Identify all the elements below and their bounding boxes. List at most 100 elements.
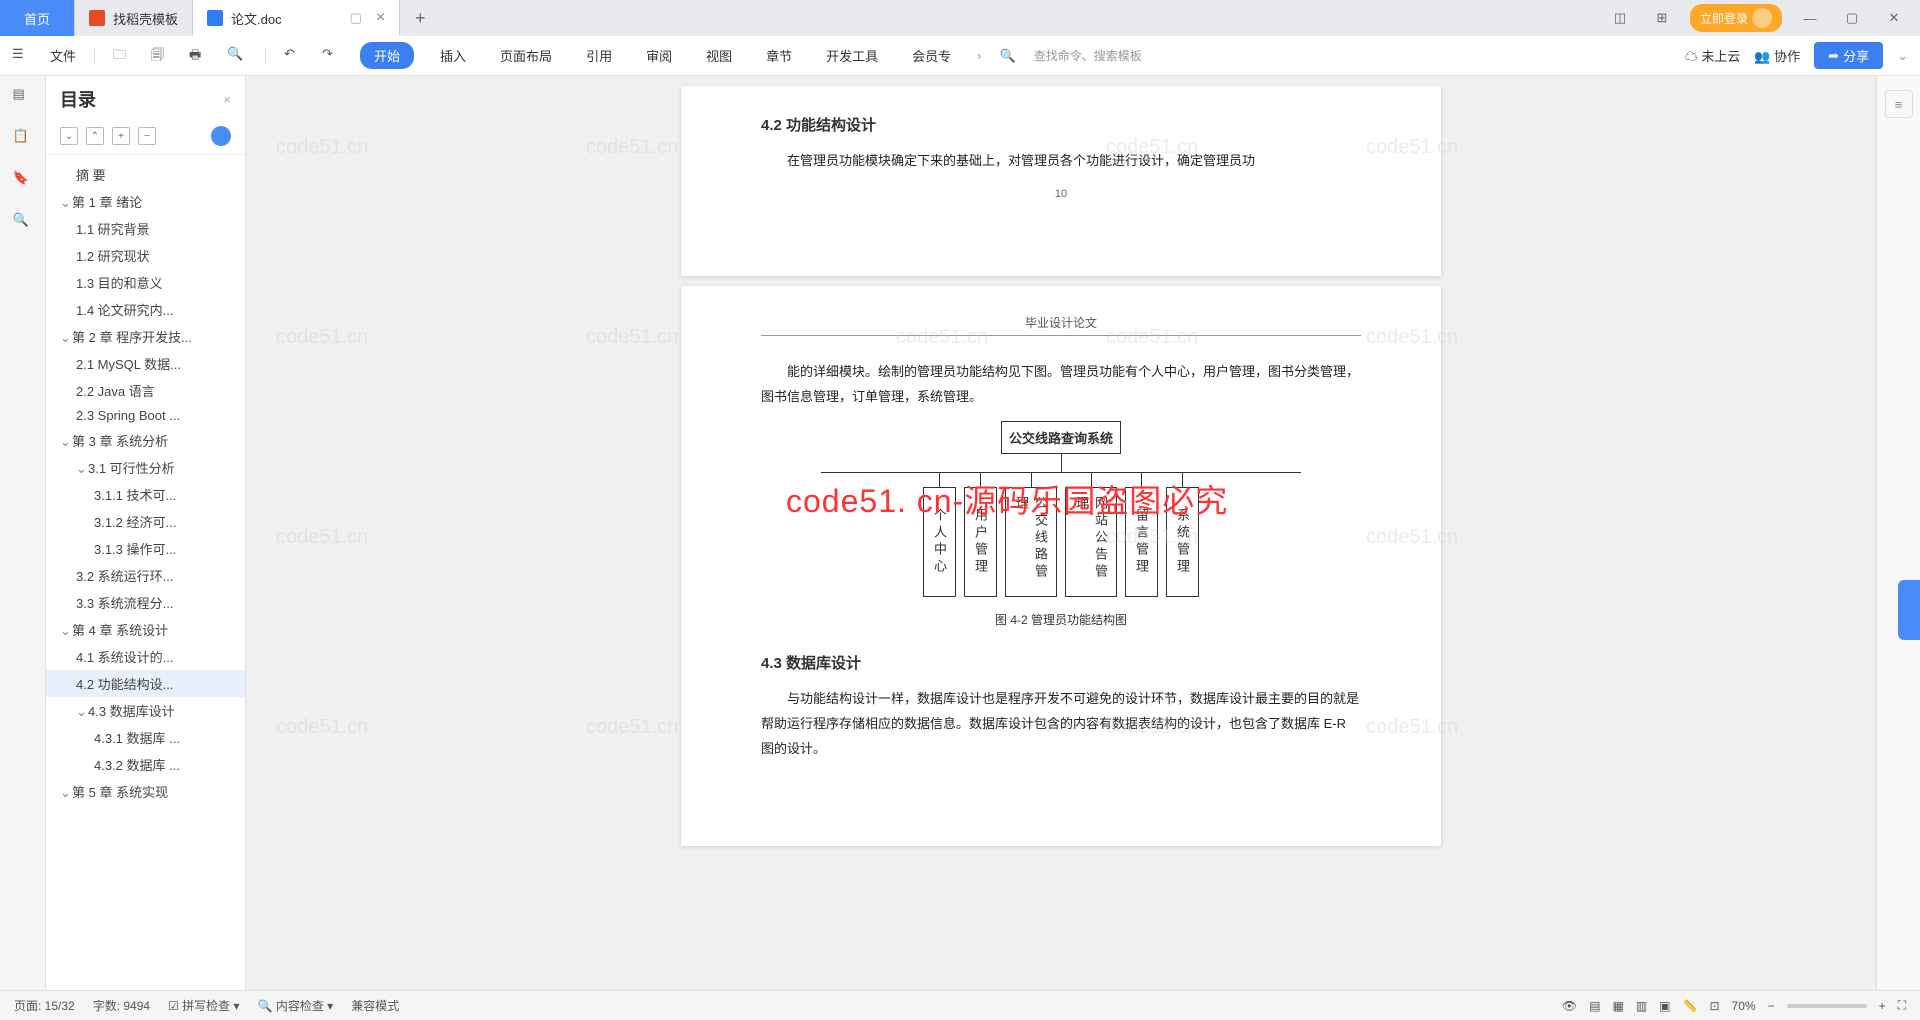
search-icon[interactable]: 🔍: [1000, 48, 1016, 64]
preview-icon[interactable]: 🔍: [227, 46, 247, 66]
status-spellcheck[interactable]: ☑ 拼写检查 ▾: [168, 997, 239, 1014]
bookmark-rail-icon[interactable]: 🔖: [13, 170, 33, 190]
menu-layout[interactable]: 页面布局: [492, 42, 560, 69]
toc-item[interactable]: ⌄第 5 章 系统实现: [46, 778, 245, 805]
fullscreen-icon[interactable]: ⛶: [1898, 998, 1906, 1013]
saveas-icon[interactable]: 🗐: [151, 46, 171, 66]
status-contentcheck[interactable]: 🔍 内容检查 ▾: [258, 997, 334, 1014]
toc-item[interactable]: 4.2 功能结构设...: [46, 670, 245, 697]
toc-item[interactable]: 4.1 系统设计的...: [46, 643, 245, 670]
outline-header: 目录 ×: [46, 76, 245, 122]
expand-all-icon[interactable]: ⌃: [86, 127, 104, 145]
remove-level-icon[interactable]: −: [138, 127, 156, 145]
more-icon[interactable]: ⌄: [1897, 48, 1908, 64]
save-icon[interactable]: 🗀: [113, 46, 133, 66]
undo-icon[interactable]: ↶: [284, 46, 304, 66]
zoom-fit-icon[interactable]: ⊡: [1709, 999, 1719, 1013]
menu-start[interactable]: 开始: [360, 42, 414, 69]
menu-reference[interactable]: 引用: [578, 42, 620, 69]
toc-item[interactable]: 2.1 MySQL 数据...: [46, 350, 245, 377]
add-level-icon[interactable]: +: [112, 127, 130, 145]
menu-view[interactable]: 视图: [698, 42, 740, 69]
toc-item[interactable]: 2.3 Spring Boot ...: [46, 404, 245, 427]
cloud-status[interactable]: ☁ 未上云: [1685, 46, 1741, 65]
zoom-value[interactable]: 70%: [1732, 999, 1756, 1013]
zoom-in-icon[interactable]: +: [1879, 999, 1886, 1013]
close-window-icon[interactable]: ✕: [1880, 10, 1908, 26]
status-compat[interactable]: 兼容模式: [351, 997, 399, 1014]
collab-button[interactable]: 👥 协作: [1754, 46, 1800, 65]
feedback-tab[interactable]: [1898, 580, 1920, 640]
tab-document[interactable]: 论文.doc ▢ ×: [193, 0, 400, 36]
section-4-2-title: 4.2 功能结构设计: [761, 114, 1361, 135]
toc-item[interactable]: 3.3 系统流程分...: [46, 589, 245, 616]
document-canvas[interactable]: code51. cn-源码乐园盗图必究 code51.cn code51.cn …: [246, 76, 1876, 990]
view-outline-icon[interactable]: ▥: [1636, 999, 1647, 1013]
new-tab-button[interactable]: +: [400, 8, 440, 29]
tab-templates-label: 找稻壳模板: [113, 9, 178, 28]
tab-home[interactable]: 首页: [0, 0, 75, 36]
toc-item[interactable]: 1.2 研究现状: [46, 242, 245, 269]
file-menu[interactable]: 文件: [50, 46, 76, 65]
toc-item[interactable]: ⌄4.3 数据库设计: [46, 697, 245, 724]
maximize-icon[interactable]: ▢: [1838, 10, 1866, 26]
toc-item[interactable]: 摘 要: [46, 161, 245, 188]
layout-icon[interactable]: ◫: [1606, 10, 1634, 26]
toc-item[interactable]: 3.1.1 技术可...: [46, 481, 245, 508]
eye-icon[interactable]: 👁: [1562, 999, 1577, 1013]
menu-chapter[interactable]: 章节: [758, 42, 800, 69]
toc-list[interactable]: 摘 要⌄第 1 章 绪论1.1 研究背景1.2 研究现状1.3 目的和意义1.4…: [46, 155, 245, 990]
ruler-icon[interactable]: 📏: [1683, 999, 1698, 1013]
toc-item[interactable]: ⌄第 3 章 系统分析: [46, 427, 245, 454]
panel-toggle-icon[interactable]: ≡: [1885, 90, 1913, 118]
toc-item[interactable]: 4.3.1 数据库 ...: [46, 724, 245, 751]
tab-templates[interactable]: 找稻壳模板: [75, 0, 193, 36]
menu-review[interactable]: 审阅: [638, 42, 680, 69]
close-outline-icon[interactable]: ×: [223, 92, 231, 107]
clipboard-rail-icon[interactable]: 📋: [13, 128, 33, 148]
status-wordcount[interactable]: 字数: 9494: [93, 997, 150, 1014]
apps-icon[interactable]: ⊞: [1648, 10, 1676, 26]
search-placeholder[interactable]: 查找命令、搜索模板: [1034, 47, 1142, 64]
login-label: 立即登录: [1700, 10, 1748, 27]
toc-item[interactable]: 1.1 研究背景: [46, 215, 245, 242]
toc-item[interactable]: 4.3.2 数据库 ...: [46, 751, 245, 778]
outline-rail-icon[interactable]: ▤: [13, 86, 33, 106]
toc-item[interactable]: ⌄第 4 章 系统设计: [46, 616, 245, 643]
watermark-text: code51.cn: [276, 526, 368, 549]
toc-item[interactable]: ⌄第 2 章 程序开发技...: [46, 323, 245, 350]
menu-member[interactable]: 会员专: [904, 42, 959, 69]
toc-item[interactable]: 3.1.3 操作可...: [46, 535, 245, 562]
share-button[interactable]: ➦ 分享: [1814, 42, 1883, 69]
zoom-slider[interactable]: [1787, 1004, 1867, 1008]
close-tab-icon[interactable]: ×: [376, 9, 385, 27]
paragraph: 能的详细模块。绘制的管理员功能结构见下图。管理员功能有个人中心，用户管理，图书分…: [761, 360, 1361, 409]
print-icon[interactable]: 🖶: [189, 46, 209, 66]
toc-item[interactable]: 2.2 Java 语言: [46, 377, 245, 404]
toc-item[interactable]: ⌄第 1 章 绪论: [46, 188, 245, 215]
collapse-all-icon[interactable]: ⌄: [60, 127, 78, 145]
menu-insert[interactable]: 插入: [432, 42, 474, 69]
redo-icon[interactable]: ↷: [322, 46, 342, 66]
toc-item[interactable]: 3.1.2 经济可...: [46, 508, 245, 535]
search-rail-icon[interactable]: 🔍: [13, 212, 33, 232]
toc-item[interactable]: ⌄3.1 可行性分析: [46, 454, 245, 481]
menu-icon[interactable]: ☰: [12, 46, 32, 66]
main-body: ▤ 📋 🔖 🔍 目录 × ⌄ ⌃ + − 摘 要⌄第 1 章 绪论1.1 研究背…: [0, 76, 1920, 990]
zoom-out-icon[interactable]: −: [1768, 999, 1775, 1013]
view-page-icon[interactable]: ▤: [1589, 999, 1600, 1013]
toc-item[interactable]: 1.3 目的和意义: [46, 269, 245, 296]
toc-item[interactable]: 3.2 系统运行环...: [46, 562, 245, 589]
badge-icon[interactable]: [211, 126, 231, 146]
content-label: 内容检查: [276, 999, 324, 1013]
status-page[interactable]: 页面: 15/32: [14, 997, 75, 1014]
login-button[interactable]: 立即登录: [1690, 4, 1782, 32]
toc-item[interactable]: 1.4 论文研究内...: [46, 296, 245, 323]
menu-devtools[interactable]: 开发工具: [818, 42, 886, 69]
presentation-icon[interactable]: ▢: [350, 10, 362, 26]
view-read-icon[interactable]: ▣: [1659, 999, 1670, 1013]
doc-icon: [207, 10, 223, 26]
chevron-right-icon[interactable]: ›: [977, 48, 981, 63]
view-web-icon[interactable]: ▦: [1612, 999, 1623, 1013]
minimize-icon[interactable]: —: [1796, 11, 1824, 26]
